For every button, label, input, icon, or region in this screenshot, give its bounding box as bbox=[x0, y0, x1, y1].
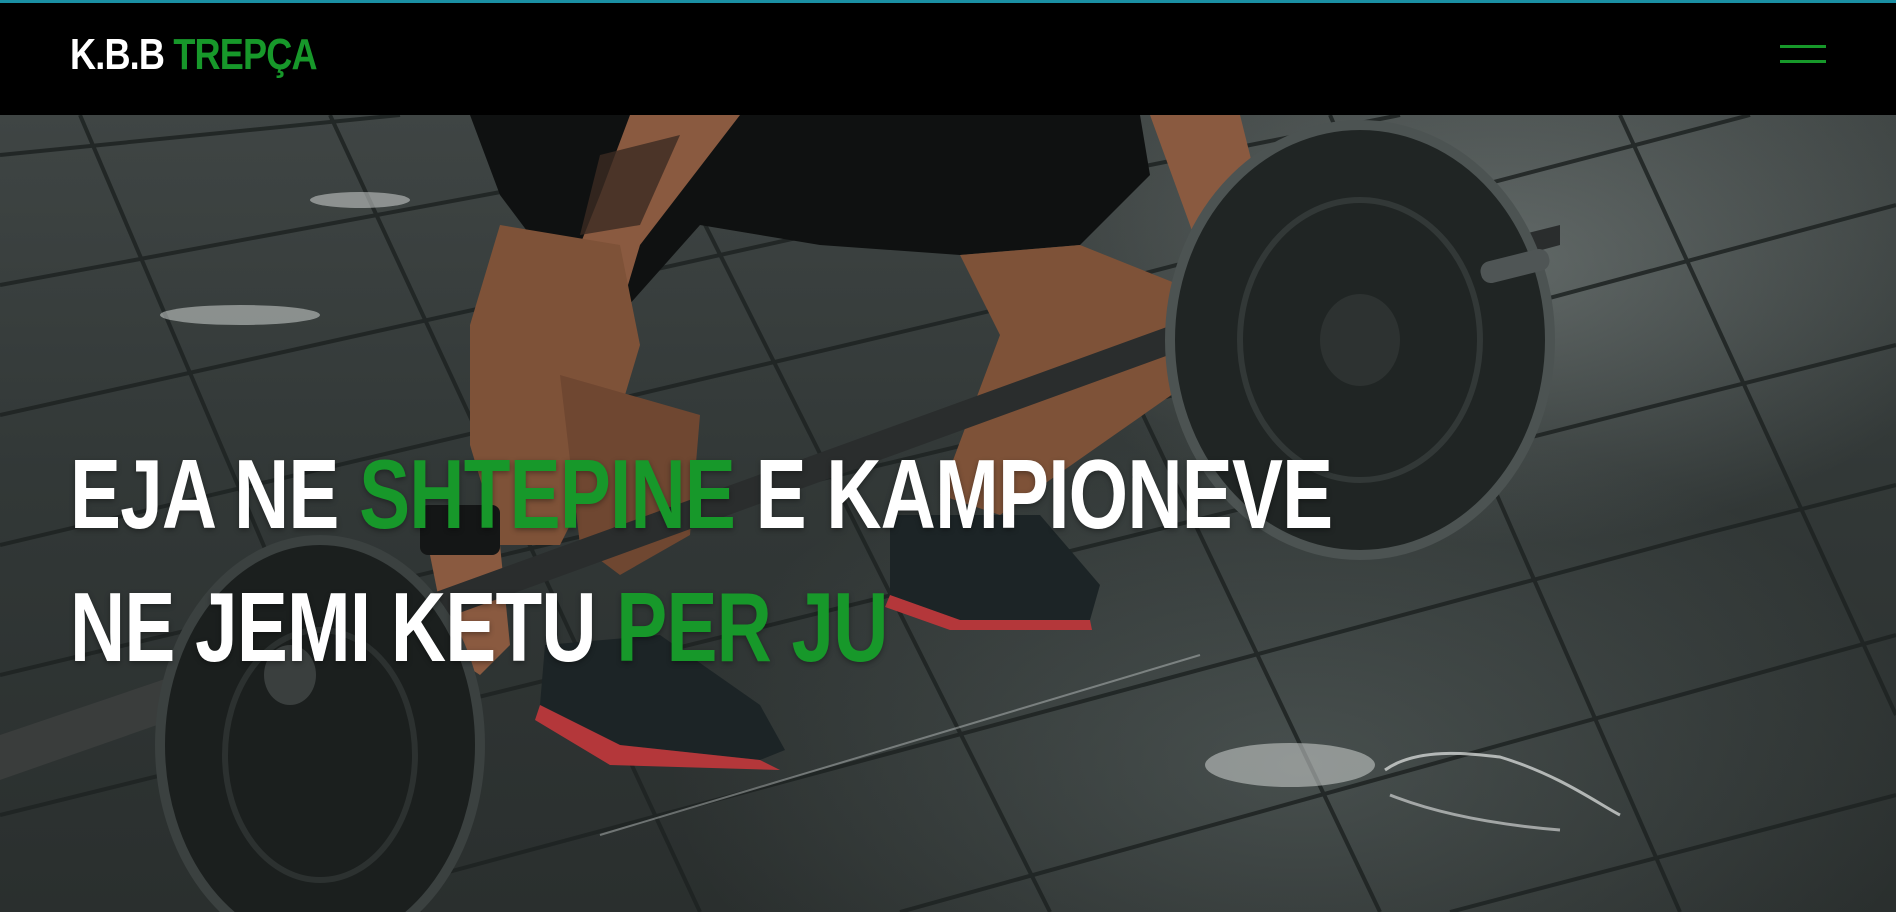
hero-headline-line2: NE JEMI KETU PER JU bbox=[70, 578, 889, 676]
brand-logo[interactable]: K.B.B TREPÇA bbox=[70, 30, 318, 80]
hero-section: EJA NE SHTEPINE E KAMPIONEVE NE JEMI KET… bbox=[0, 115, 1896, 912]
headline-text-green: SHTEPINE bbox=[359, 439, 736, 549]
hamburger-line-bottom bbox=[1780, 60, 1826, 63]
navbar: K.B.B TREPÇA bbox=[0, 3, 1896, 115]
headline-text-white: E KAMPIONEVE bbox=[755, 439, 1334, 549]
page: K.B.B TREPÇA EJA NE SHTEPINE E KAMPIONEV… bbox=[0, 0, 1896, 912]
brand-name-part1: K.B.B bbox=[70, 30, 165, 79]
hamburger-menu-icon[interactable] bbox=[1780, 41, 1826, 67]
headline-text-white: NE JEMI KETU bbox=[70, 572, 597, 682]
headline-text-white: EJA NE bbox=[70, 439, 339, 549]
headline-text-green: PER JU bbox=[616, 572, 888, 682]
hero-headline-line1: EJA NE SHTEPINE E KAMPIONEVE bbox=[70, 445, 1333, 543]
hamburger-line-top bbox=[1780, 45, 1826, 48]
brand-name-part2: TREPÇA bbox=[173, 30, 317, 79]
